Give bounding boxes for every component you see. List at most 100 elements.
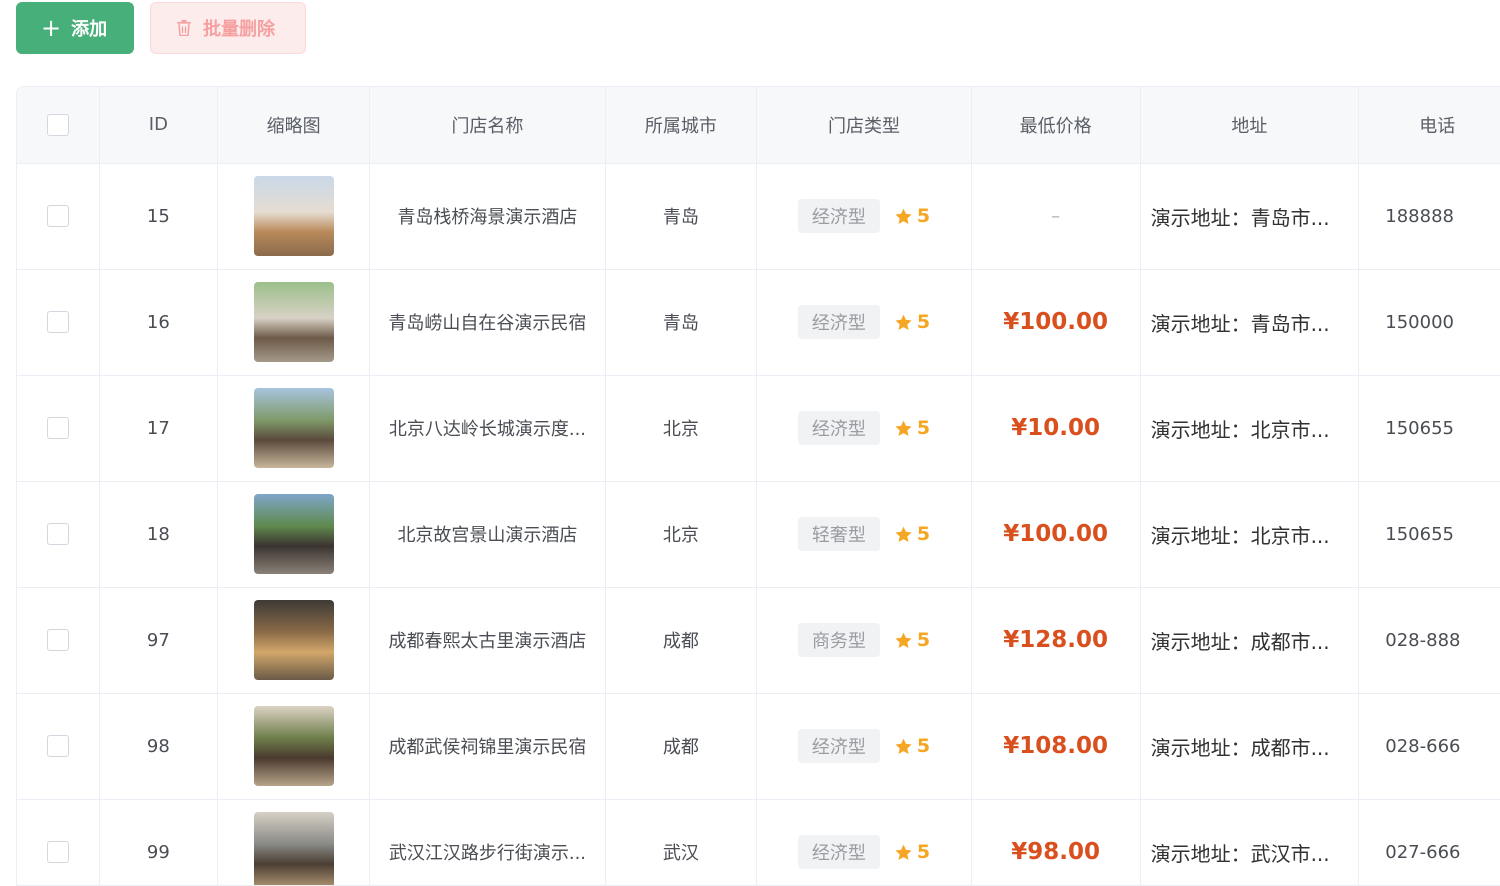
rating: 5 xyxy=(894,841,930,863)
row-id: 15 xyxy=(99,163,219,270)
hotel-photo-icon[interactable] xyxy=(253,600,334,680)
store-type-tag: 经济型 xyxy=(797,411,880,445)
row-checkbox[interactable] xyxy=(46,841,69,863)
toolbar: + 添加 批量删除 xyxy=(16,2,306,54)
row-city: 青岛 xyxy=(605,163,758,270)
store-name-text: 武汉江汉路步行街演示... xyxy=(388,843,587,864)
row-store-type: 经济型 5 xyxy=(756,693,972,800)
row-phone: 150655 xyxy=(1358,375,1500,482)
row-thumbnail-cell xyxy=(217,587,371,694)
row-phone: 150655 xyxy=(1358,481,1500,588)
row-address: 演示地址：成都市... xyxy=(1140,587,1360,694)
store-name-text: 北京八达岭长城演示度... xyxy=(388,419,587,440)
table-header-row: ID 缩略图 门店名称 所属城市 门店类型 最低价格 地址 电话 xyxy=(17,87,1500,164)
address-text: 演示地址：成都市... xyxy=(1150,629,1330,654)
star-icon xyxy=(895,314,912,330)
row-select-cell[interactable] xyxy=(17,587,100,694)
row-select-cell[interactable] xyxy=(17,799,100,885)
store-name-text: 成都春熙太古里演示酒店 xyxy=(388,631,587,652)
select-all-checkbox[interactable] xyxy=(46,113,69,136)
row-checkbox[interactable] xyxy=(46,311,69,333)
rating: 5 xyxy=(894,205,930,227)
star-icon xyxy=(895,420,912,436)
star-icon xyxy=(895,632,912,648)
row-select-cell[interactable] xyxy=(17,693,100,800)
hotel-photo-icon[interactable] xyxy=(253,176,334,256)
row-thumbnail-cell xyxy=(217,163,371,270)
table-row[interactable]: 97 成都春熙太古里演示酒店 成都 商务型 5 ¥128.00 演示地址：成都市... 028… xyxy=(17,587,1500,694)
row-address: 演示地址：北京市... xyxy=(1140,375,1360,482)
row-phone: 188888 xyxy=(1358,163,1500,270)
table-row[interactable]: 18 北京故宫景山演示酒店 北京 轻奢型 5 ¥100.00 演示地址：北京市... 1506… xyxy=(17,481,1500,588)
hotel-photo-icon[interactable] xyxy=(253,706,334,786)
star-icon xyxy=(895,738,912,754)
store-type-tag: 经济型 xyxy=(797,199,880,233)
hotel-photo-icon[interactable] xyxy=(253,812,334,885)
row-store-name: 成都武侯祠锦里演示民宿 xyxy=(369,693,606,800)
rating-value: 5 xyxy=(916,417,931,439)
rating-value: 5 xyxy=(916,205,931,227)
row-checkbox[interactable] xyxy=(46,523,69,545)
row-thumbnail-cell xyxy=(217,269,371,376)
row-store-type: 经济型 5 xyxy=(756,799,972,885)
row-min-price: ¥100.00 xyxy=(971,481,1141,588)
rating: 5 xyxy=(894,523,930,545)
row-select-cell[interactable] xyxy=(17,375,100,482)
row-min-price: – xyxy=(971,163,1141,270)
row-checkbox[interactable] xyxy=(46,417,69,439)
price-text: ¥100.00 xyxy=(1003,309,1109,335)
phone-text: 028-888 xyxy=(1385,629,1461,651)
row-address: 演示地址：青岛市... xyxy=(1140,163,1360,270)
row-city: 武汉 xyxy=(605,799,758,885)
add-button-label: 添加 xyxy=(71,19,108,40)
rating: 5 xyxy=(894,311,930,333)
row-id: 99 xyxy=(99,799,219,885)
rating-value: 5 xyxy=(916,841,931,863)
row-city: 北京 xyxy=(605,481,758,588)
star-icon xyxy=(895,526,912,542)
row-store-type: 经济型 5 xyxy=(756,163,972,270)
address-text: 演示地址：青岛市... xyxy=(1150,205,1330,230)
row-min-price: ¥98.00 xyxy=(971,799,1141,885)
hotel-photo-icon[interactable] xyxy=(253,494,334,574)
rating-value: 5 xyxy=(916,311,931,333)
rating-value: 5 xyxy=(916,523,931,545)
address-text: 演示地址：北京市... xyxy=(1150,523,1330,548)
row-city: 成都 xyxy=(605,587,758,694)
table-row[interactable]: 17 北京八达岭长城演示度... 北京 经济型 5 ¥10.00 演示地址：北京市... 15… xyxy=(17,375,1500,482)
batch-delete-label: 批量删除 xyxy=(203,19,275,40)
row-store-type: 经济型 5 xyxy=(756,269,972,376)
row-thumbnail-cell xyxy=(217,799,371,885)
row-address: 演示地址：成都市... xyxy=(1140,693,1360,800)
hotel-photo-icon[interactable] xyxy=(253,388,334,468)
row-city: 青岛 xyxy=(605,269,758,376)
column-header-store-name: 门店名称 xyxy=(369,87,606,164)
hotel-photo-icon[interactable] xyxy=(253,282,334,362)
plus-icon: + xyxy=(41,14,62,42)
table-row[interactable]: 99 武汉江汉路步行街演示... 武汉 经济型 5 ¥98.00 演示地址：武汉市... 02… xyxy=(17,799,1500,885)
row-address: 演示地址：青岛市... xyxy=(1140,269,1360,376)
row-store-type: 轻奢型 5 xyxy=(756,481,972,588)
phone-text: 150655 xyxy=(1385,417,1454,439)
column-header-address: 地址 xyxy=(1140,87,1360,164)
store-table: ID 缩略图 门店名称 所属城市 门店类型 最低价格 地址 电话 15 青岛栈桥海… xyxy=(16,86,1500,886)
row-min-price: ¥128.00 xyxy=(971,587,1141,694)
batch-delete-button[interactable]: 批量删除 xyxy=(150,2,306,54)
row-checkbox[interactable] xyxy=(46,205,69,227)
star-icon xyxy=(895,208,912,224)
row-select-cell[interactable] xyxy=(17,163,100,270)
address-text: 演示地址：北京市... xyxy=(1150,417,1330,442)
header-select-all[interactable] xyxy=(17,87,100,164)
table-row[interactable]: 16 青岛崂山自在谷演示民宿 青岛 经济型 5 ¥100.00 演示地址：青岛市... 150… xyxy=(17,269,1500,376)
row-thumbnail-cell xyxy=(217,481,371,588)
table-row[interactable]: 15 青岛栈桥海景演示酒店 青岛 经济型 5 – 演示地址：青岛市... 188888 xyxy=(17,163,1500,270)
row-store-name: 北京八达岭长城演示度... xyxy=(369,375,606,482)
row-checkbox[interactable] xyxy=(46,735,69,757)
table-row[interactable]: 98 成都武侯祠锦里演示民宿 成都 经济型 5 ¥108.00 演示地址：成都市... 028… xyxy=(17,693,1500,800)
row-store-type: 经济型 5 xyxy=(756,375,972,482)
row-select-cell[interactable] xyxy=(17,481,100,588)
row-checkbox[interactable] xyxy=(46,629,69,651)
add-button[interactable]: + 添加 xyxy=(16,2,134,54)
row-select-cell[interactable] xyxy=(17,269,100,376)
phone-text: 188888 xyxy=(1385,205,1454,227)
